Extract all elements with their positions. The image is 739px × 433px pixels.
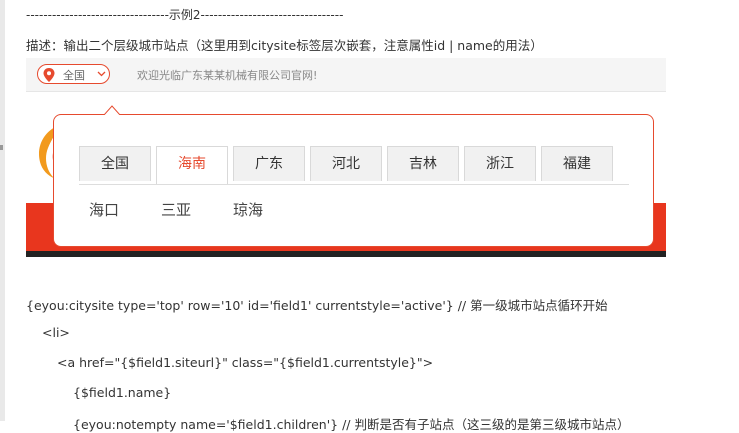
example-separator: ---------------------------------示例2----… [26,8,344,22]
code-line: {eyou:citysite type='top' row='10' id='f… [26,298,608,313]
tab-province-jilin[interactable]: 吉林 [387,146,459,181]
province-tabs: 全国 海南 广东 河北 吉林 浙江 福建 [79,146,629,185]
tab-province-quanguo[interactable]: 全国 [79,146,151,181]
edge-mark [0,145,3,150]
popup-pointer [104,105,120,115]
tab-province-hainan[interactable]: 海南 [156,146,228,184]
location-pin-icon [43,68,55,82]
tab-province-fujian[interactable]: 福建 [541,146,613,181]
city-link-qionghai[interactable]: 琼海 [233,199,263,220]
code-line: <a href="{$field1.siteurl}" class="{$fie… [57,355,434,370]
tab-province-hebei[interactable]: 河北 [310,146,382,181]
code-line: <li> [42,325,70,340]
chevron-down-icon [97,71,106,77]
site-banner-bottom-strip [26,251,666,257]
code-line: {eyou:notempty name='$field1.children'} … [73,417,630,432]
welcome-text: 欢迎光临广东某某机械有限公司官网! [137,69,318,82]
city-switch-button[interactable]: 全国 [37,64,110,84]
city-switch-label: 全国 [63,69,85,82]
code-line: {$field1.name} [73,385,172,400]
window-left-edge [0,0,5,421]
city-link-sanya[interactable]: 三亚 [161,199,191,220]
city-select-popup: 全国 海南 广东 河北 吉林 浙江 福建 海口 三亚 琼海 [53,105,654,247]
example-description: 描述：输出二个层级城市站点（这里用到citysite标签层次嵌套，注意属性id … [26,38,543,53]
tab-province-zhejiang[interactable]: 浙江 [464,146,536,181]
tab-province-guangdong[interactable]: 广东 [233,146,305,181]
city-link-haikou[interactable]: 海口 [89,199,119,220]
demo-preview: 全国 欢迎光临广东某某机械有限公司官网! 全国 海南 广东 河北 吉林 浙江 福… [0,58,666,257]
site-topbar: 全国 欢迎光临广东某某机械有限公司官网! [26,58,666,92]
